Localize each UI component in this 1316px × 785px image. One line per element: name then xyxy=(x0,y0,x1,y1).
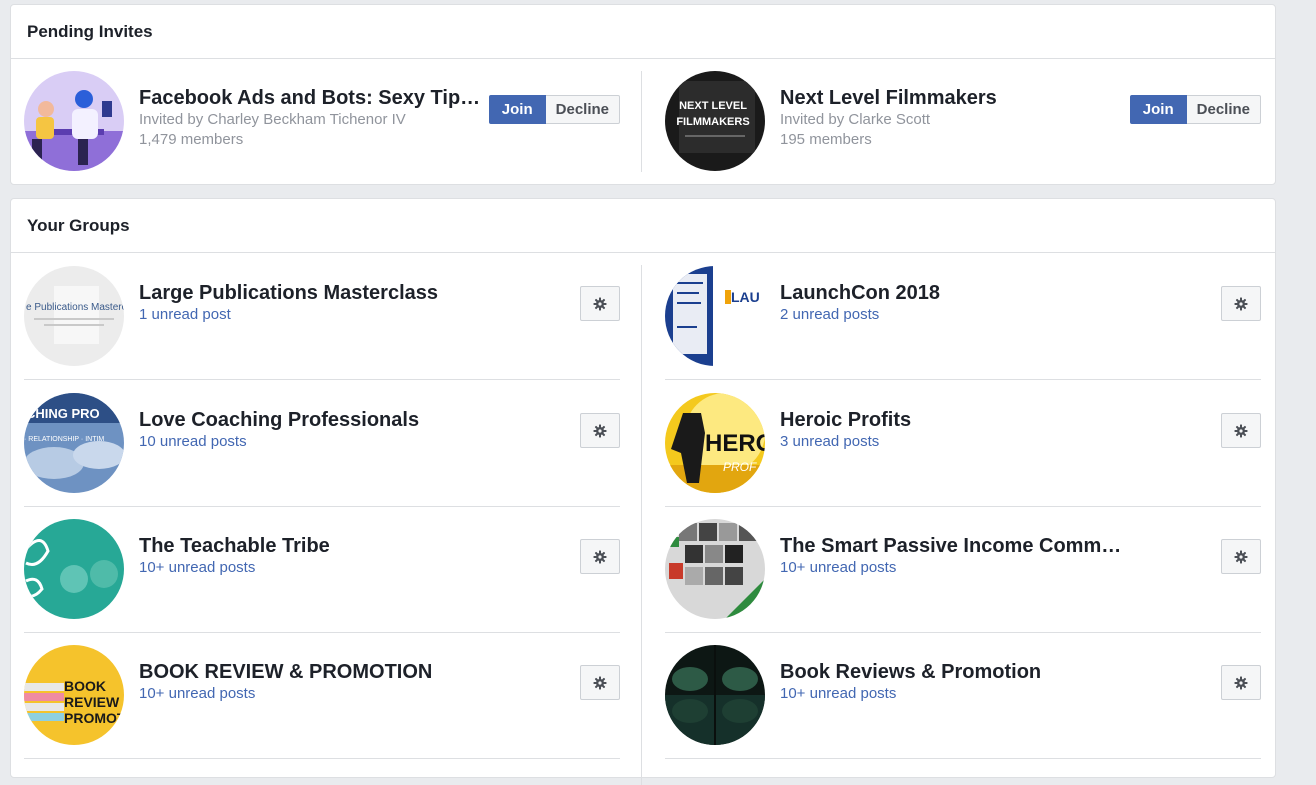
avatar-text: REVIEW & xyxy=(64,694,124,710)
avatar-text: BOOK xyxy=(64,678,106,694)
group-settings-button[interactable] xyxy=(1221,286,1261,321)
unread-count[interactable]: 10+ unread posts xyxy=(139,558,484,578)
pending-invites-card: Pending Invites Facebook Ads and Bots: S… xyxy=(10,4,1276,185)
group-item: Book Reviews & Promotion 10+ unread post… xyxy=(665,633,1261,759)
unread-count[interactable]: 3 unread posts xyxy=(780,432,1125,452)
invited-by: Invited by Clarke Scott xyxy=(780,111,931,128)
group-item: The Teachable Tribe 10+ unread posts xyxy=(24,507,620,633)
group-avatar[interactable]: LAU xyxy=(665,266,765,366)
group-avatar[interactable]: NEXT LEVEL FILMMAKERS xyxy=(665,71,765,171)
group-avatar[interactable]: CHING PRO · RELATIONSHIP · INTIM xyxy=(24,393,124,493)
avatar-text: LAU xyxy=(731,289,760,305)
column-divider xyxy=(641,71,642,172)
invite-group-name[interactable]: Next Level Filmmakers xyxy=(780,86,1125,110)
pending-invites-title: Pending Invites xyxy=(11,5,1275,59)
group-avatar[interactable]: BOOK REVIEW & PROMOTI xyxy=(24,645,124,745)
group-settings-button[interactable] xyxy=(580,286,620,321)
your-groups-card: Your Groups e Publications Masterc Large… xyxy=(10,198,1276,785)
group-item: LAU LaunchCon 2018 2 unread posts xyxy=(665,254,1261,380)
invite-actions: Join Decline xyxy=(488,95,620,124)
invite-actions: Join Decline xyxy=(1129,95,1261,124)
group-settings-button[interactable] xyxy=(580,665,620,700)
invite-group-name[interactable]: Facebook Ads and Bots: Sexy Tip… xyxy=(139,86,484,110)
group-avatar[interactable] xyxy=(665,519,765,619)
unread-count[interactable]: 10 unread posts xyxy=(139,432,484,452)
your-groups-title: Your Groups xyxy=(11,199,1275,253)
column-divider xyxy=(641,265,642,785)
gear-icon xyxy=(593,297,607,310)
unread-count[interactable]: 10+ unread posts xyxy=(780,684,1125,704)
gear-icon xyxy=(1234,297,1248,310)
decline-button[interactable]: Decline xyxy=(545,95,620,124)
group-name[interactable]: Book Reviews & Promotion xyxy=(780,660,1125,684)
group-item: The Smart Passive Income Community 10+ u… xyxy=(665,507,1261,633)
group-settings-button[interactable] xyxy=(1221,413,1261,448)
avatar-text: PROF xyxy=(723,460,757,474)
group-item: HERO PROF Heroic Profits 3 unread posts xyxy=(665,381,1261,507)
group-avatar[interactable] xyxy=(24,71,124,171)
group-avatar[interactable] xyxy=(24,519,124,619)
group-settings-button[interactable] xyxy=(1221,539,1261,574)
group-avatar[interactable]: e Publications Masterc xyxy=(24,266,124,366)
group-name[interactable]: Heroic Profits xyxy=(780,408,1125,432)
unread-count[interactable]: 2 unread posts xyxy=(780,305,1125,325)
avatar-text: · RELATIONSHIP · INTIM xyxy=(24,436,104,443)
group-avatar[interactable]: HERO PROF xyxy=(665,393,765,493)
decline-button[interactable]: Decline xyxy=(1186,95,1261,124)
group-item: CHING PRO · RELATIONSHIP · INTIM Love Co… xyxy=(24,381,620,507)
gear-icon xyxy=(593,676,607,689)
gear-icon xyxy=(1234,424,1248,437)
avatar-text: e Publications Masterc xyxy=(26,302,124,313)
avatar-text: HERO xyxy=(705,430,765,457)
unread-count[interactable]: 10+ unread posts xyxy=(139,684,484,704)
group-settings-button[interactable] xyxy=(580,539,620,574)
group-settings-button[interactable] xyxy=(1221,665,1261,700)
gear-icon xyxy=(593,550,607,563)
invited-by: Invited by Charley Beckham Tichenor IV xyxy=(139,111,406,128)
join-button[interactable]: Join xyxy=(488,95,546,124)
member-count: 1,479 members xyxy=(139,131,244,148)
group-name[interactable]: The Smart Passive Income Community xyxy=(780,534,1125,558)
avatar-text: CHING PRO xyxy=(26,406,100,421)
invite-item: Facebook Ads and Bots: Sexy Tip… Invited… xyxy=(24,59,620,185)
gear-icon xyxy=(1234,550,1248,563)
gear-icon xyxy=(1234,676,1248,689)
group-name[interactable]: Love Coaching Professionals xyxy=(139,408,484,432)
invite-item: NEXT LEVEL FILMMAKERS Next Level Filmmak… xyxy=(665,59,1261,185)
avatar-text: FILMMAKERS xyxy=(676,116,749,128)
group-name[interactable]: LaunchCon 2018 xyxy=(780,281,1125,305)
avatar-text: NEXT LEVEL xyxy=(679,100,747,112)
unread-count[interactable]: 10+ unread posts xyxy=(780,558,1125,578)
member-count: 195 members xyxy=(780,131,872,148)
avatar-text: PROMOTI xyxy=(64,710,124,726)
group-name[interactable]: The Teachable Tribe xyxy=(139,534,484,558)
group-item: BOOK REVIEW & PROMOTI BOOK REVIEW & PROM… xyxy=(24,633,620,759)
group-name[interactable]: BOOK REVIEW & PROMOTION xyxy=(139,660,484,684)
gear-icon xyxy=(593,424,607,437)
unread-count[interactable]: 1 unread post xyxy=(139,305,484,325)
group-avatar[interactable] xyxy=(665,645,765,745)
group-name[interactable]: Large Publications Masterclass xyxy=(139,281,484,305)
join-button[interactable]: Join xyxy=(1129,95,1187,124)
group-settings-button[interactable] xyxy=(580,413,620,448)
group-item: e Publications Masterc Large Publication… xyxy=(24,254,620,380)
